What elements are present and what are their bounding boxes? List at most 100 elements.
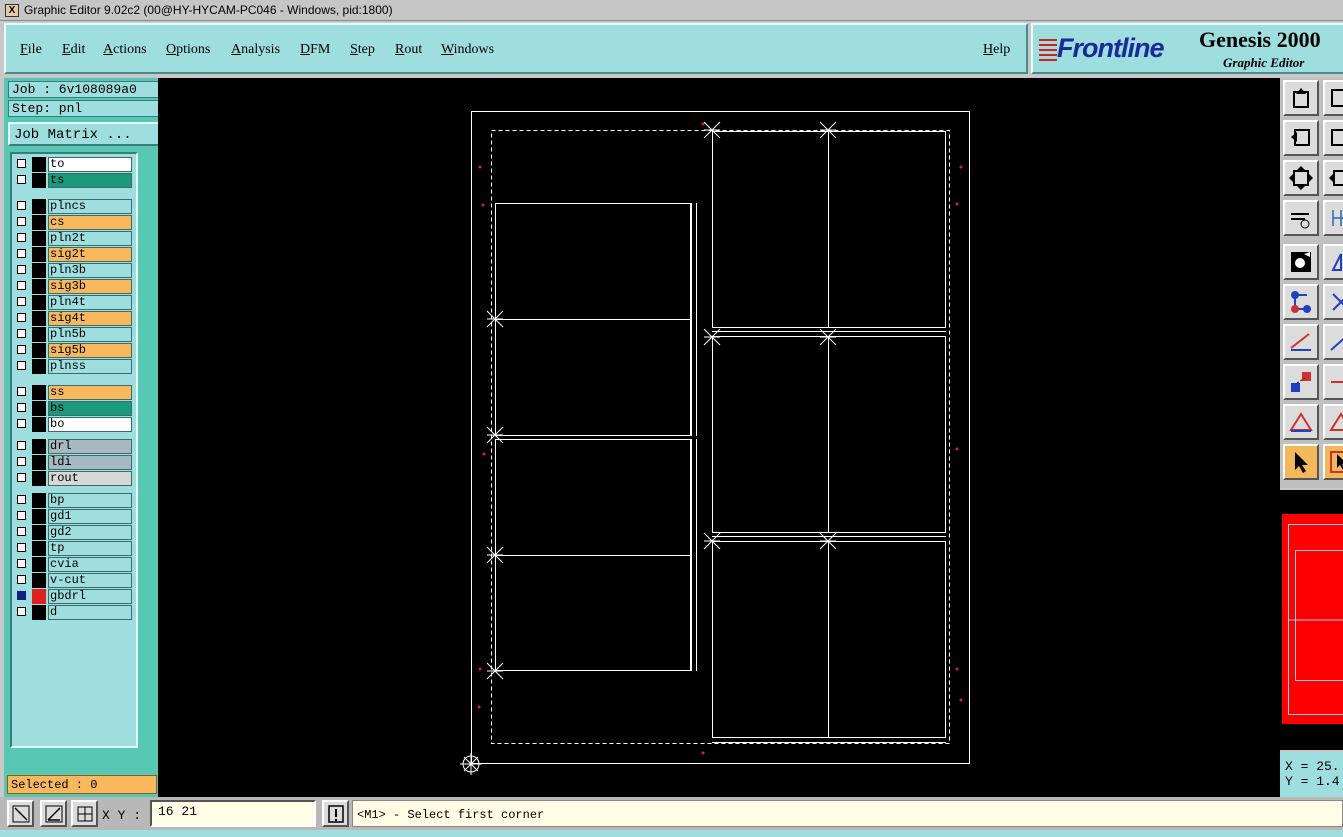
layer-checkbox[interactable] — [17, 249, 26, 258]
layer-row-ts[interactable]: ts — [14, 173, 132, 188]
layer-checkbox[interactable] — [17, 387, 26, 396]
polygon-tool-icon[interactable] — [1283, 404, 1319, 440]
layer-row-sig5b[interactable]: sig5b — [14, 343, 132, 358]
layer-name[interactable]: gbdrl — [48, 589, 132, 604]
layer-row-gd2[interactable]: gd2 — [14, 525, 132, 540]
layer-name[interactable]: gd2 — [48, 525, 132, 540]
surface-tool-icon[interactable] — [1323, 404, 1343, 440]
layer-row-cs[interactable]: cs — [14, 215, 132, 230]
layer-checkbox[interactable] — [17, 591, 26, 600]
layer-row-cvia[interactable]: cvia — [14, 557, 132, 572]
layer-row-to[interactable]: to — [14, 157, 132, 172]
zoom-all-icon[interactable] — [1323, 160, 1343, 196]
layer-row-bp[interactable]: bp — [14, 493, 132, 508]
layer-row-bs[interactable]: bs — [14, 401, 132, 416]
layer-checkbox[interactable] — [17, 345, 26, 354]
menu-dfm[interactable]: DFM — [300, 42, 330, 58]
layer-row-pln4t[interactable]: pln4t — [14, 295, 132, 310]
layer-checkbox[interactable] — [17, 607, 26, 616]
layer-row-plnss[interactable]: plnss — [14, 359, 132, 374]
measure-tool-icon[interactable] — [1283, 200, 1319, 236]
menu-edit[interactable]: Edit — [62, 42, 85, 58]
layer-name[interactable]: ss — [48, 385, 132, 400]
zoom-fit-icon[interactable] — [1283, 160, 1319, 196]
layer-name[interactable]: cvia — [48, 557, 132, 572]
layer-checkbox[interactable] — [17, 473, 26, 482]
arc-tool-icon[interactable] — [1323, 324, 1343, 360]
layer-checkbox[interactable] — [17, 329, 26, 338]
layer-checkbox[interactable] — [17, 201, 26, 210]
xy-input[interactable]: 16 21 — [150, 800, 316, 827]
job-matrix-button[interactable]: Job Matrix ... — [8, 122, 160, 146]
move-tool-icon[interactable] — [1283, 364, 1319, 400]
layer-name[interactable]: bs — [48, 401, 132, 416]
menu-options[interactable]: Options — [166, 42, 210, 58]
layer-row-rout[interactable]: rout — [14, 471, 132, 486]
layer-checkbox[interactable] — [17, 419, 26, 428]
layer-checkbox[interactable] — [17, 457, 26, 466]
layer-checkbox[interactable] — [17, 265, 26, 274]
info-icon[interactable] — [322, 800, 349, 827]
layer-name[interactable]: ldi — [48, 455, 132, 470]
layer-checkbox[interactable] — [17, 527, 26, 536]
layer-name[interactable]: v-cut — [48, 573, 132, 588]
layer-name[interactable]: plnss — [48, 359, 132, 374]
layer-name[interactable]: rout — [48, 471, 132, 486]
layer-checkbox[interactable] — [17, 441, 26, 450]
line-tool-icon[interactable] — [1283, 324, 1319, 360]
layer-checkbox[interactable] — [17, 281, 26, 290]
select-arrow-icon[interactable] — [1283, 444, 1319, 480]
layer-row-gd1[interactable]: gd1 — [14, 509, 132, 524]
net-tool-icon[interactable] — [1283, 284, 1319, 320]
layer-checkbox[interactable] — [17, 543, 26, 552]
zoom-back-icon[interactable] — [1283, 120, 1319, 156]
layer-row-v-cut[interactable]: v-cut — [14, 573, 132, 588]
layer-name[interactable]: sig5b — [48, 343, 132, 358]
layer-row-sig3b[interactable]: sig3b — [14, 279, 132, 294]
layer-name[interactable]: cs — [48, 215, 132, 230]
layer-row-d[interactable]: d — [14, 605, 132, 620]
layer-row-plncs[interactable]: plncs — [14, 199, 132, 214]
layer-checkbox[interactable] — [17, 511, 26, 520]
layer-checkbox[interactable] — [17, 361, 26, 370]
layer-name[interactable]: pln2t — [48, 231, 132, 246]
layer-checkbox[interactable] — [17, 313, 26, 322]
layer-checkbox[interactable] — [17, 159, 26, 168]
layer-name[interactable]: pln3b — [48, 263, 132, 278]
layer-name[interactable]: sig4t — [48, 311, 132, 326]
layer-checkbox[interactable] — [17, 403, 26, 412]
layer-checkbox[interactable] — [17, 175, 26, 184]
menu-step[interactable]: Step — [350, 42, 375, 58]
layer-checkbox[interactable] — [17, 559, 26, 568]
menu-rout[interactable]: Rout — [395, 42, 422, 58]
layer-row-pln5b[interactable]: pln5b — [14, 327, 132, 342]
layer-name[interactable]: d — [48, 605, 132, 620]
menu-help[interactable]: Help — [983, 42, 1010, 58]
app-icon[interactable]: X — [5, 4, 19, 17]
pad-select-icon[interactable] — [1283, 244, 1319, 280]
layer-checkbox[interactable] — [17, 575, 26, 584]
layer-name[interactable]: pln5b — [48, 327, 132, 342]
menu-analysis[interactable]: Analysis — [231, 42, 280, 58]
angle-tool-icon[interactable] — [40, 800, 67, 827]
layer-row-tp[interactable]: tp — [14, 541, 132, 556]
menu-actions[interactable]: Actions — [103, 42, 147, 58]
layer-name[interactable]: gd1 — [48, 509, 132, 524]
home-tool-icon[interactable] — [1283, 80, 1319, 116]
layer-row-gbdrl[interactable]: gbdrl — [14, 589, 132, 604]
layer-name[interactable]: tp — [48, 541, 132, 556]
layer-row-ss[interactable]: ss — [14, 385, 132, 400]
layer-name[interactable]: sig3b — [48, 279, 132, 294]
grid-tool-icon[interactable] — [1323, 200, 1343, 236]
layer-name[interactable]: ts — [48, 173, 132, 188]
layer-row-drl[interactable]: drl — [14, 439, 132, 454]
copy-tool-icon[interactable] — [1323, 364, 1343, 400]
layer-name[interactable]: bp — [48, 493, 132, 508]
layer-checkbox[interactable] — [17, 233, 26, 242]
layer-name[interactable]: pln4t — [48, 295, 132, 310]
layer-row-pln3b[interactable]: pln3b — [14, 263, 132, 278]
layer-checkbox[interactable] — [17, 297, 26, 306]
layer-name[interactable]: plncs — [48, 199, 132, 214]
grid-snap-icon[interactable] — [71, 800, 98, 827]
layer-checkbox[interactable] — [17, 495, 26, 504]
